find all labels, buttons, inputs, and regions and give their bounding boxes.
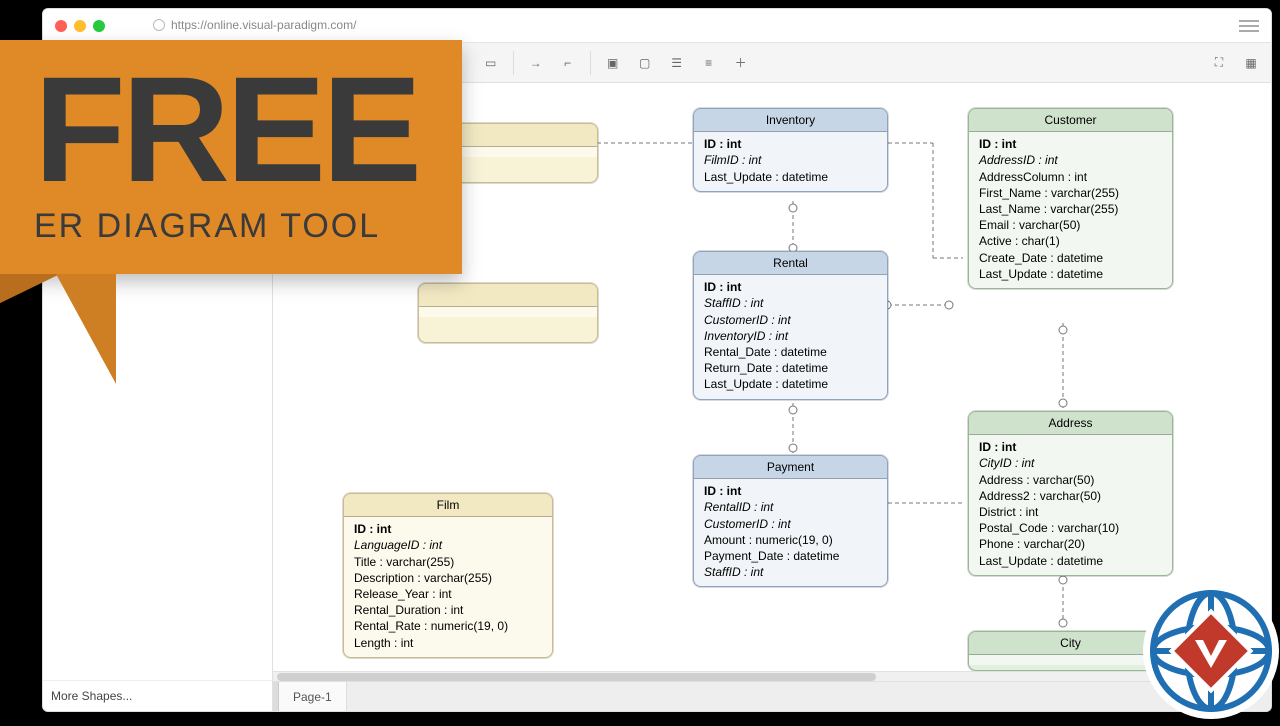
entity-attr: InventoryID : int [704, 328, 877, 344]
vp-logo-icon [1136, 576, 1280, 726]
entity-body: ID : intStaffID : intCustomerID : intInv… [694, 275, 887, 398]
waypoint-icon[interactable]: ⌐ [554, 49, 582, 77]
more-shapes-link[interactable]: More Shapes... [43, 680, 272, 711]
entity-attr: Length : int [354, 635, 542, 651]
entity-attr: RentalID : int [704, 499, 877, 515]
entity-attr: StaffID : int [704, 295, 877, 311]
entity-body: ID : intFilmID : intLast_Update : dateti… [694, 132, 887, 191]
entity-attr: Last_Update : datetime [704, 376, 877, 392]
entity-body: ID : intLanguageID : intTitle : varchar(… [344, 517, 552, 657]
entity-attr: Title : varchar(255) [354, 554, 542, 570]
entity-attr: Release_Year : int [354, 586, 542, 602]
entity-title: Rental [694, 252, 887, 275]
entity-inventory[interactable]: Inventory ID : intFilmID : intLast_Updat… [693, 108, 888, 192]
entity-customer[interactable]: Customer ID : intAddressID : intAddressC… [968, 108, 1173, 289]
entity-attr: AddressColumn : int [979, 169, 1162, 185]
entity-attr: CustomerID : int [704, 312, 877, 328]
entity-attr: AddressID : int [979, 152, 1162, 168]
entity-attr: Rental_Rate : numeric(19, 0) [354, 618, 542, 634]
entity-attr: ID : int [979, 136, 1162, 152]
hamburger-menu-icon[interactable] [1239, 20, 1259, 32]
entity-attr: Last_Update : datetime [704, 169, 877, 185]
entity-attr: ID : int [979, 439, 1162, 455]
entity-body: ID : intRentalID : intCustomerID : intAm… [694, 479, 887, 586]
entity-attr: Postal_Code : varchar(10) [979, 520, 1162, 536]
entity-address[interactable]: Address ID : intCityID : intAddress : va… [968, 411, 1173, 576]
traffic-lights [55, 20, 105, 32]
page-tab-1[interactable]: Page-1 [279, 682, 347, 711]
entity-attr: ID : int [704, 136, 877, 152]
entity-attr: Return_Date : datetime [704, 360, 877, 376]
entity-title: Address [969, 412, 1172, 435]
entity-rental[interactable]: Rental ID : intStaffID : intCustomerID :… [693, 251, 888, 400]
entity-attr: Description : varchar(255) [354, 570, 542, 586]
shadow-icon[interactable]: ▭ [477, 49, 505, 77]
entity-title: Payment [694, 456, 887, 479]
entity-attr: Create_Date : datetime [979, 250, 1162, 266]
fullscreen-icon[interactable]: ⛶ [1205, 49, 1233, 77]
entity-attr: Rental_Date : datetime [704, 344, 877, 360]
page-tabs: Page-1 [273, 681, 1271, 711]
horizontal-scrollbar[interactable] [273, 671, 1271, 681]
entity-attr: Address : varchar(50) [979, 472, 1162, 488]
maximize-window-icon[interactable] [93, 20, 105, 32]
address-bar[interactable]: https://online.visual-paradigm.com/ [113, 16, 1231, 36]
entity-attr: Last_Name : varchar(255) [979, 201, 1162, 217]
insert-icon[interactable]: ＋ [727, 49, 755, 77]
align-icon[interactable]: ☰ [663, 49, 691, 77]
page-tab-label: Page-1 [293, 690, 332, 704]
entity-attr: LanguageID : int [354, 537, 542, 553]
entity-attr: StaffID : int [704, 564, 877, 580]
entity-attr: First_Name : varchar(255) [979, 185, 1162, 201]
entity-attr: CustomerID : int [704, 516, 877, 532]
minimize-window-icon[interactable] [74, 20, 86, 32]
banner-subline: ER DIAGRAM TOOL [34, 207, 418, 246]
entity-title: Inventory [694, 109, 887, 132]
entity-payment[interactable]: Payment ID : intRentalID : intCustomerID… [693, 455, 888, 587]
entity-attr: Active : char(1) [979, 233, 1162, 249]
url-text: https://online.visual-paradigm.com/ [171, 18, 356, 32]
reload-icon[interactable] [153, 19, 165, 31]
entity-attr: ID : int [704, 483, 877, 499]
entity-attr: Rental_Duration : int [354, 602, 542, 618]
entity-hidden-2[interactable] [418, 283, 598, 343]
entity-attr: Phone : varchar(20) [979, 536, 1162, 552]
entity-body: ID : intCityID : intAddress : varchar(50… [969, 435, 1172, 575]
promo-banner: FREE ER DIAGRAM TOOL [0, 40, 462, 274]
browser-chrome: https://online.visual-paradigm.com/ [43, 9, 1271, 43]
entity-attr: CityID : int [979, 455, 1162, 471]
entity-attr: Amount : numeric(19, 0) [704, 532, 877, 548]
entity-title: Customer [969, 109, 1172, 132]
to-back-icon[interactable]: ▢ [631, 49, 659, 77]
scroll-thumb[interactable] [277, 673, 876, 681]
entity-attr: ID : int [704, 279, 877, 295]
entity-attr: Address2 : varchar(50) [979, 488, 1162, 504]
entity-attr: FilmID : int [704, 152, 877, 168]
entity-attr: Last_Update : datetime [979, 553, 1162, 569]
close-window-icon[interactable] [55, 20, 67, 32]
banner-headline: FREE [34, 62, 418, 197]
entity-attr: District : int [979, 504, 1162, 520]
entity-attr: Payment_Date : datetime [704, 548, 877, 564]
entity-attr: Last_Update : datetime [979, 266, 1162, 282]
distribute-icon[interactable]: ≡ [695, 49, 723, 77]
connector-icon[interactable]: → [522, 49, 550, 77]
format-panel-icon[interactable]: ▦ [1237, 49, 1265, 77]
entity-attr: Email : varchar(50) [979, 217, 1162, 233]
entity-attr: ID : int [354, 521, 542, 537]
entity-film[interactable]: Film ID : intLanguageID : intTitle : var… [343, 493, 553, 658]
entity-title: Film [344, 494, 552, 517]
entity-body: ID : intAddressID : intAddressColumn : i… [969, 132, 1172, 288]
to-front-icon[interactable]: ▣ [599, 49, 627, 77]
